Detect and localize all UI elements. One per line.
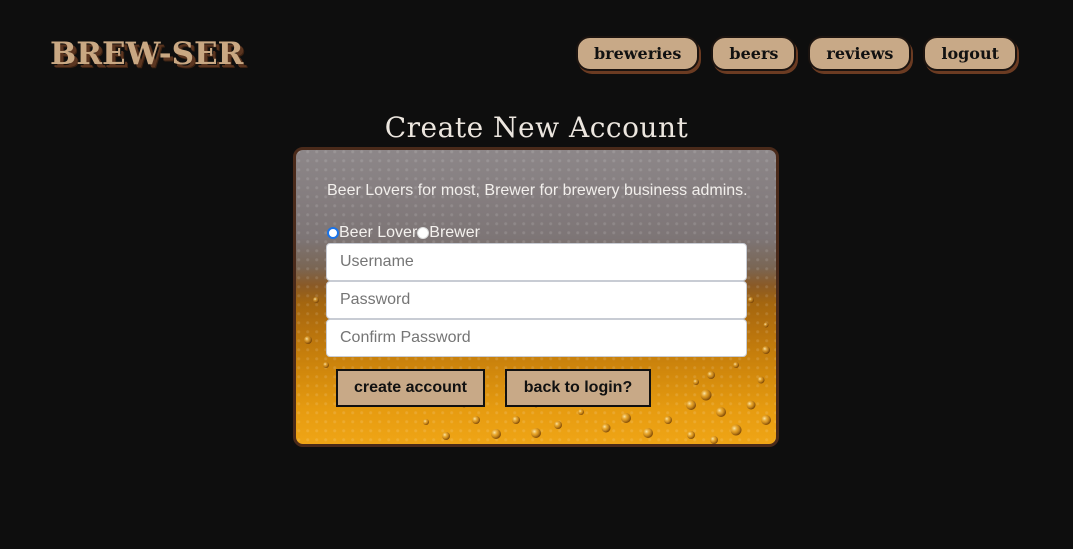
account-type-description: Beer Lovers for most, Brewer for brewery… [327, 182, 748, 199]
brewer-label[interactable]: Brewer [429, 224, 480, 242]
brand-logo[interactable]: BREW-SER [50, 34, 243, 74]
page-title: Create New Account [384, 111, 689, 144]
brewer-radio[interactable] [417, 227, 430, 239]
username-input[interactable] [326, 243, 747, 281]
nav-reviews-button[interactable]: reviews [808, 36, 912, 71]
back-to-login-button[interactable]: back to login? [505, 369, 651, 407]
create-account-button[interactable]: create account [336, 369, 485, 407]
confirm-password-input[interactable] [326, 319, 747, 357]
account-type-group: Beer Lover Brewer [327, 224, 480, 242]
nav-breweries-button[interactable]: breweries [575, 36, 700, 71]
beer-lover-label[interactable]: Beer Lover [339, 224, 417, 242]
nav-beers-button[interactable]: beers [711, 36, 797, 71]
signup-form-card: Beer Lovers for most, Brewer for brewery… [293, 147, 779, 447]
beer-lover-radio[interactable] [327, 227, 339, 239]
password-input[interactable] [326, 281, 747, 319]
main-nav: breweries beers reviews logout [575, 36, 1017, 71]
logout-button[interactable]: logout [923, 36, 1017, 71]
